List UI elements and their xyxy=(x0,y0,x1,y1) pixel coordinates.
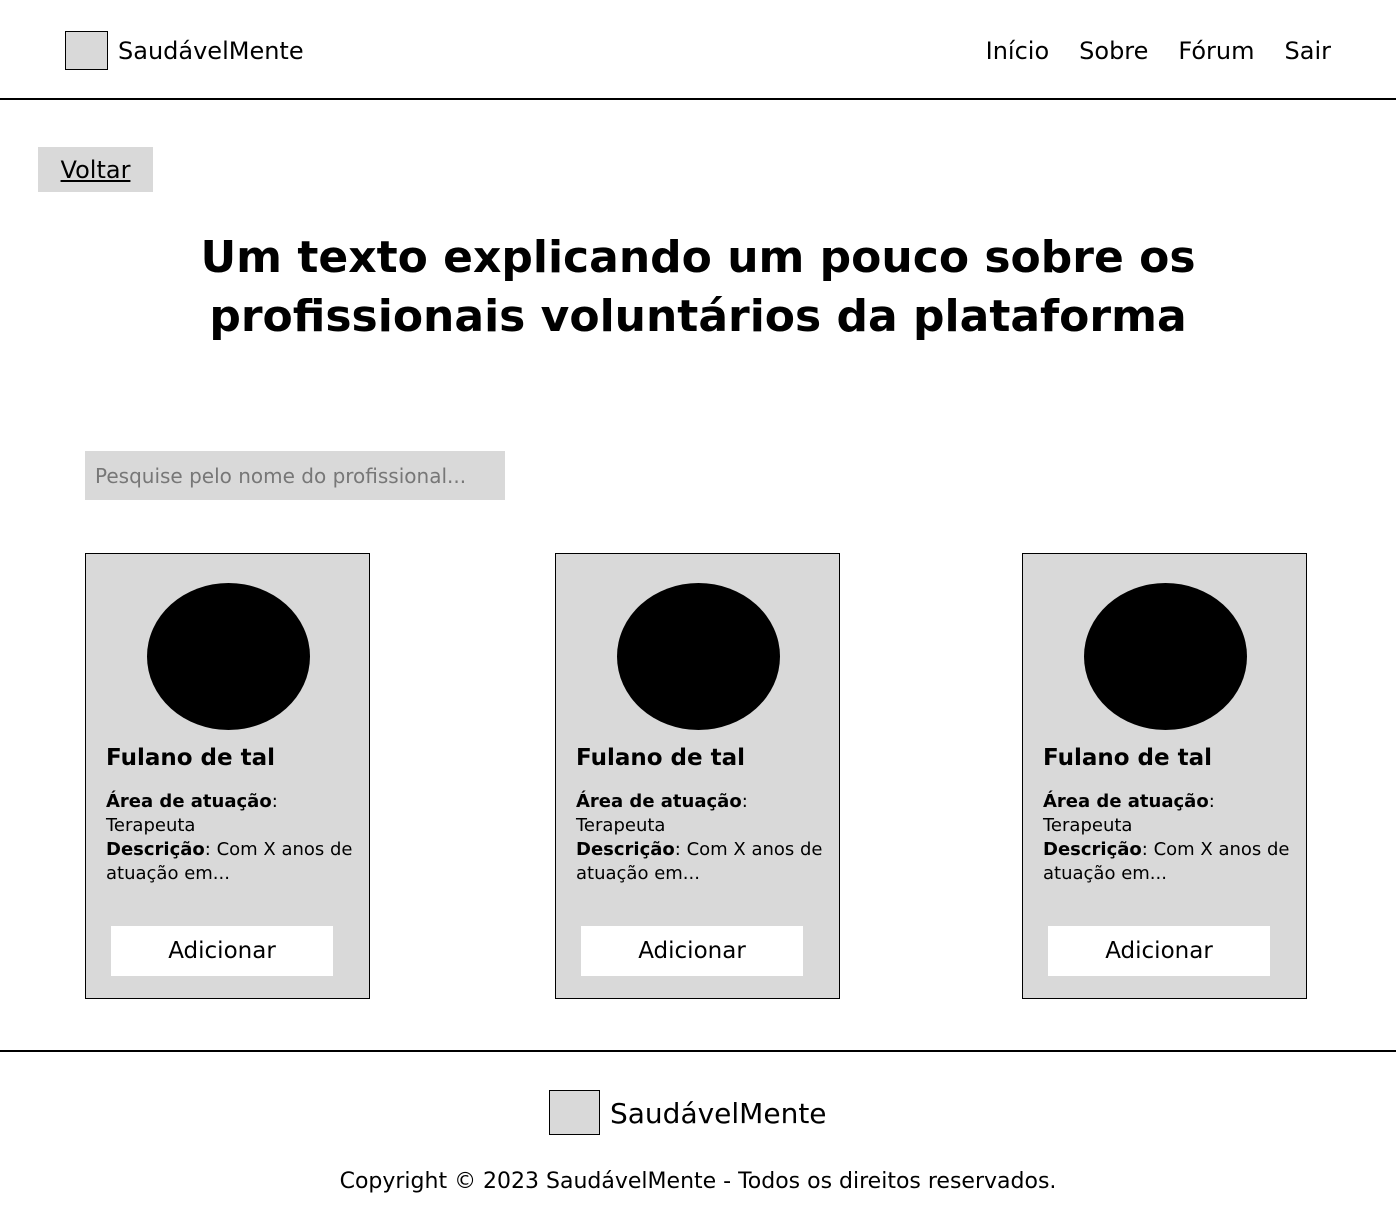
main-nav: Início Sobre Fórum Sair xyxy=(986,35,1331,67)
avatar xyxy=(1084,583,1247,730)
search-input[interactable] xyxy=(85,451,505,500)
nav-link-forum[interactable]: Fórum xyxy=(1178,35,1254,67)
professional-info: Área de atuação: Terapeuta Descrição: Co… xyxy=(106,791,353,884)
nav-link-sair[interactable]: Sair xyxy=(1285,35,1331,67)
add-button[interactable]: Adicionar xyxy=(111,926,333,976)
page-title: Um texto explicando um pouco sobre os pr… xyxy=(200,232,1196,342)
site-header: SaudávelMente Início Sobre Fórum Sair xyxy=(0,0,1396,100)
site-footer: SaudávelMente Copyright © 2023 SaudávelM… xyxy=(0,1050,1396,1225)
footer-brand-name: SaudávelMente xyxy=(610,1097,827,1130)
professional-card: Fulano de tal Área de atuação: Terapeuta… xyxy=(85,553,370,999)
description-label: Descrição xyxy=(576,839,675,860)
professional-card: Fulano de tal Área de atuação: Terapeuta… xyxy=(1022,553,1307,999)
area-label: Área de atuação xyxy=(1043,791,1209,812)
logo-icon[interactable] xyxy=(65,31,108,70)
professional-name: Fulano de tal xyxy=(106,745,275,771)
nav-link-sobre[interactable]: Sobre xyxy=(1079,35,1148,67)
area-label: Área de atuação xyxy=(576,791,742,812)
professional-card: Fulano de tal Área de atuação: Terapeuta… xyxy=(555,553,840,999)
add-button[interactable]: Adicionar xyxy=(581,926,803,976)
professional-name: Fulano de tal xyxy=(1043,745,1212,771)
area-value: Terapeuta xyxy=(1043,815,1133,836)
area-value: Terapeuta xyxy=(576,815,666,836)
avatar xyxy=(147,583,310,730)
add-button[interactable]: Adicionar xyxy=(1048,926,1270,976)
professional-info: Área de atuação: Terapeuta Descrição: Co… xyxy=(1043,791,1290,884)
avatar xyxy=(617,583,780,730)
brand-name[interactable]: SaudávelMente xyxy=(118,35,304,67)
professional-info: Área de atuação: Terapeuta Descrição: Co… xyxy=(576,791,823,884)
professional-name: Fulano de tal xyxy=(576,745,745,771)
footer-logo-icon xyxy=(549,1090,600,1135)
area-label: Área de atuação xyxy=(106,791,272,812)
description-label: Descrição xyxy=(106,839,205,860)
nav-link-inicio[interactable]: Início xyxy=(986,35,1050,67)
area-value: Terapeuta xyxy=(106,815,196,836)
copyright-text: Copyright © 2023 SaudávelMente - Todos o… xyxy=(339,1169,1057,1194)
back-button[interactable]: Voltar xyxy=(38,147,153,192)
description-label: Descrição xyxy=(1043,839,1142,860)
